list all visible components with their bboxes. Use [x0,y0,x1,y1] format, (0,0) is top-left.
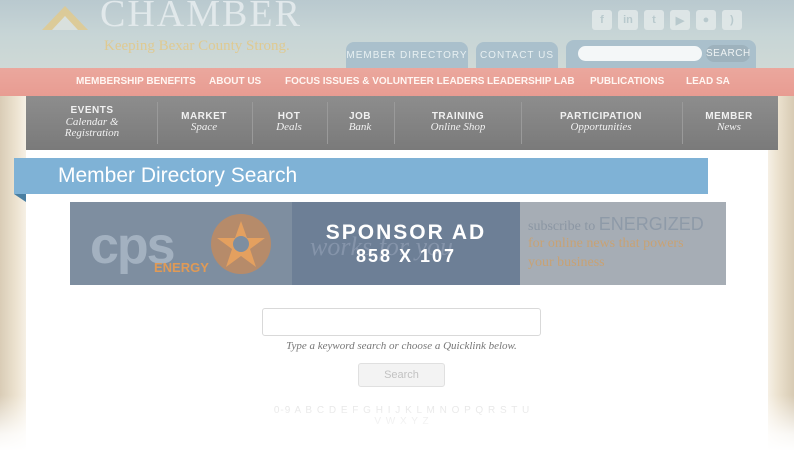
page-title: Member Directory Search [14,158,708,194]
ad-energized-text: ENERGIZED [598,214,704,234]
site-header: CHAMBER Keeping Bexar County Strong. f i… [0,0,794,68]
site-tagline: Keeping Bexar County Strong. [104,38,290,54]
twitter-icon[interactable]: t [644,10,664,30]
ad-placeholder-title: SPONSOR AD [325,220,487,244]
sun-star-icon [211,214,271,274]
linkedin-icon[interactable]: in [618,10,638,30]
header-search-input[interactable] [578,46,702,61]
ad-brand-panel: cps ENERGY [70,202,292,285]
nav-about-us[interactable]: ABOUT US [209,68,261,96]
nav-member-news[interactable]: MEMBER News [686,96,772,150]
youtube-icon[interactable]: ▶ [670,10,690,30]
nav-leadership-lab[interactable]: LEADERSHIP LAB [487,68,575,96]
nav-member-subtitle: News [717,121,741,134]
primary-nav: MEMBERSHIP BENEFITS ABOUT US FOCUS ISSUE… [0,68,794,96]
nav-training-subtitle: Online Shop [430,121,486,134]
nav-divider [682,102,683,144]
nav-market-space[interactable]: MARKET Space [160,96,248,150]
ad-brand-sub: ENERGY [154,260,209,275]
ad-subscribe-panel: subscribe to ENERGIZED for online news t… [520,202,726,285]
flickr-icon[interactable]: ● [696,10,716,30]
secondary-nav: EVENTS Calendar & Registration MARKET Sp… [26,96,778,150]
nav-events-subtitle: Calendar & Registration [64,115,120,140]
ad-placeholder-size: 858 X 107 [355,245,457,266]
nav-focus-issues[interactable]: FOCUS ISSUES & VOLUNTEER LEADERS [285,68,484,96]
header-search: SEARCH [566,40,756,68]
ad-subscribe-line2: for online news that powers [528,236,684,251]
header-search-button[interactable]: SEARCH [706,45,750,62]
ad-subscribe-line1: subscribe to ENERGIZED [528,214,704,235]
banner-fold [14,194,26,202]
nav-divider [157,102,158,144]
nav-events[interactable]: EVENTS Calendar & Registration [30,96,154,150]
nav-job-bank[interactable]: JOB Bank [328,96,392,150]
nav-hot-subtitle: Deals [276,121,302,134]
chamber-logo-icon[interactable] [40,0,90,40]
site-logo-text[interactable]: CHAMBER [100,0,302,36]
rss-icon[interactable]: ) [722,10,742,30]
search-button[interactable]: Search [358,363,445,387]
tab-member-directory[interactable]: MEMBER DIRECTORY [346,42,468,68]
quicklink-alphabet[interactable]: 0-9 A B C D E F G H I J K L M N O P Q R … [270,405,534,427]
tab-contact-us[interactable]: CONTACT US [476,42,558,68]
nav-publications[interactable]: PUBLICATIONS [590,68,664,96]
keyword-search-hint: Type a keyword search or choose a Quickl… [286,340,517,352]
ad-subscribe-prefix: subscribe to [528,219,599,234]
keyword-search-input[interactable] [262,308,541,336]
facebook-icon[interactable]: f [592,10,612,30]
nav-divider [394,102,395,144]
nav-lead-sa[interactable]: LEAD SA [686,68,730,96]
nav-market-subtitle: Space [190,121,218,134]
nav-hot-deals[interactable]: HOT Deals [254,96,324,150]
nav-job-subtitle: Bank [348,121,372,134]
nav-participation-subtitle: Opportunities [570,121,632,134]
sponsor-ad[interactable]: cps ENERGY works for you subscribe to EN… [70,202,726,285]
page: CHAMBER Keeping Bexar County Strong. f i… [0,0,794,451]
nav-participation[interactable]: PARTICIPATION Opportunities [522,96,680,150]
ad-subscribe-line3: your business [528,255,605,270]
nav-divider [252,102,253,144]
nav-membership-benefits[interactable]: MEMBERSHIP BENEFITS [76,68,196,96]
ad-placeholder-label: SPONSOR AD 858 X 107 [292,202,520,285]
social-links: f in t ▶ ● ) [592,10,742,30]
nav-training[interactable]: TRAINING Online Shop [396,96,520,150]
